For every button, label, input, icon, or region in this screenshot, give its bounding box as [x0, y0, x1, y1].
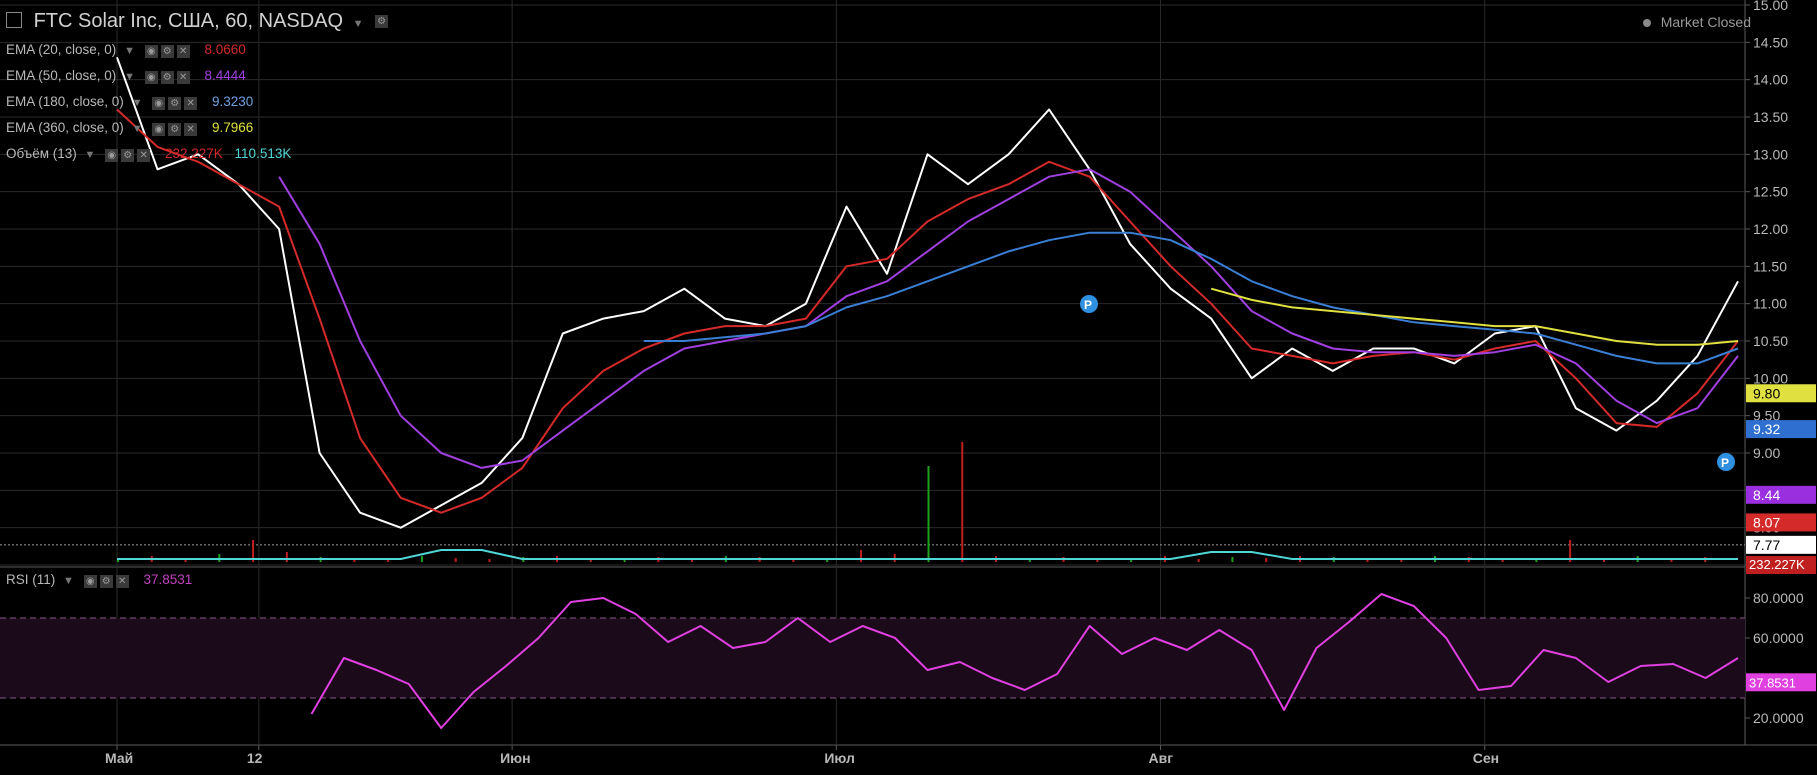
chart-root: 15.00 14.50 14.00 13.50 13.00 12.50 12.00 11.50… — [0, 0, 1817, 770]
y-tick-label: 11.50 — [1753, 258, 1787, 274]
x-tick-label: Июн — [500, 750, 530, 766]
y-tick-label: 10.50 — [1753, 333, 1788, 349]
legend-ema-50[interactable]: EMA (50, close, 0) ▼ ◉ ⚙ ✕ 8.4444 — [6, 68, 246, 84]
price-tag-label: 9.32 — [1753, 421, 1780, 437]
eye-icon[interactable]: ◉ — [144, 70, 158, 84]
chevron-down-icon[interactable]: ▼ — [132, 123, 143, 135]
marker-p-label: P — [1721, 456, 1729, 470]
chevron-down-icon[interactable]: ▼ — [85, 149, 96, 161]
legend-ema-180[interactable]: EMA (180, close, 0) ▼ ◉ ⚙ ✕ 9.3230 — [6, 94, 253, 110]
status-dot-icon — [1642, 19, 1651, 28]
legend-ema-20-value: 8.0660 — [204, 42, 246, 57]
volume-bar — [961, 442, 964, 562]
settings-icon[interactable]: ⚙ — [160, 44, 174, 58]
volume-bar — [1265, 558, 1268, 562]
legend-rsi-label: RSI (11) — [6, 572, 56, 587]
market-status-label: Market Closed — [1660, 14, 1751, 30]
marker-p-label: P — [1084, 298, 1092, 312]
volume-bar — [1231, 557, 1234, 562]
chevron-down-icon[interactable]: ▼ — [63, 575, 74, 587]
symbol-title-row: FTC Solar Inc, США, 60, NASDAQ ▼ ⚙ — [6, 10, 391, 33]
legend-volume-value: 232.227K — [164, 146, 223, 161]
settings-icon[interactable]: ⚙ — [375, 15, 389, 29]
y-tick-label: 9.00 — [1753, 445, 1780, 461]
y-tick-label: 14.00 — [1753, 72, 1788, 88]
close-icon[interactable]: ✕ — [176, 70, 190, 84]
price-tag-label: 8.07 — [1753, 514, 1780, 530]
y-tick-label: 12.00 — [1753, 221, 1788, 237]
legend-volume[interactable]: Объём (13) ▼ ◉ ⚙ ✕ 232.227K 110.513K — [6, 146, 291, 162]
y-tick-label: 11.00 — [1753, 296, 1787, 312]
y-tick-label: 12.50 — [1753, 184, 1788, 200]
settings-icon[interactable]: ⚙ — [168, 122, 182, 136]
eye-icon[interactable]: ◉ — [105, 148, 119, 162]
legend-ema-180-label: EMA (180, close, 0) — [6, 94, 124, 109]
x-tick-label: Авг — [1149, 750, 1174, 766]
volume-bar — [927, 466, 930, 562]
rsi-tag-label: 37.8531 — [1749, 675, 1796, 690]
legend-rsi-value: 37.8531 — [143, 572, 193, 587]
y-tick-label: 13.50 — [1753, 109, 1788, 125]
close-icon[interactable]: ✕ — [184, 122, 198, 136]
legend-rsi[interactable]: RSI (11) ▼ ◉ ⚙ ✕ 37.8531 — [6, 572, 192, 588]
series-line-0 — [116, 56, 1739, 529]
x-tick-label: Сен — [1473, 750, 1499, 766]
chevron-down-icon[interactable]: ▼ — [353, 18, 364, 30]
legend-ema-360[interactable]: EMA (360, close, 0) ▼ ◉ ⚙ ✕ 9.7966 — [6, 120, 253, 136]
legend-ema-20-label: EMA (20, close, 0) — [6, 42, 117, 57]
legend-ema-50-value: 8.4444 — [204, 68, 246, 83]
y-tick-label: 15.00 — [1753, 0, 1788, 13]
market-status: Market Closed — [1642, 14, 1751, 30]
settings-icon[interactable]: ⚙ — [160, 70, 174, 84]
x-tick-label: Июл — [824, 750, 855, 766]
rsi-tick-label: 60.0000 — [1753, 630, 1804, 646]
eye-icon[interactable]: ◉ — [144, 44, 158, 58]
legend-ema-360-value: 9.7966 — [212, 120, 254, 135]
volume-tag-label: 232.227K — [1749, 557, 1805, 572]
volume-bar — [454, 558, 457, 562]
legend-volume-ma-value: 110.513K — [234, 146, 292, 161]
x-tick-label: Май — [105, 750, 133, 766]
price-tag-label: 9.80 — [1753, 385, 1780, 401]
chevron-down-icon[interactable]: ▼ — [132, 97, 143, 109]
collapse-icon[interactable] — [6, 11, 22, 28]
settings-icon[interactable]: ⚙ — [99, 574, 113, 588]
series-line-4 — [1210, 287, 1739, 346]
volume-bar — [488, 559, 491, 562]
settings-icon[interactable]: ⚙ — [121, 148, 135, 162]
legend-ema-20[interactable]: EMA (20, close, 0) ▼ ◉ ⚙ ✕ 8.0660 — [6, 42, 246, 58]
close-icon[interactable]: ✕ — [184, 96, 198, 110]
volume-bar — [859, 550, 862, 562]
legend-ema-50-label: EMA (50, close, 0) — [6, 68, 117, 83]
symbol-title: FTC Solar Inc, США, 60, NASDAQ — [33, 10, 344, 32]
chevron-down-icon[interactable]: ▼ — [124, 71, 135, 83]
close-icon[interactable]: ✕ — [176, 44, 190, 58]
y-tick-label: 13.00 — [1753, 146, 1788, 162]
y-tick-label: 14.50 — [1753, 34, 1788, 50]
volume-bar — [420, 556, 423, 562]
series-line-2 — [278, 168, 1739, 469]
series-line-1 — [116, 108, 1739, 514]
price-tag-label: 8.44 — [1753, 487, 1780, 503]
close-icon[interactable]: ✕ — [137, 148, 151, 162]
x-tick-label: 12 — [247, 750, 263, 766]
eye-icon[interactable]: ◉ — [152, 122, 166, 136]
volume-bar — [1197, 559, 1200, 562]
close-icon[interactable]: ✕ — [115, 574, 129, 588]
legend-ema-360-label: EMA (360, close, 0) — [6, 120, 124, 135]
legend-ema-180-value: 9.3230 — [212, 94, 254, 109]
chevron-down-icon[interactable]: ▼ — [124, 45, 135, 57]
y-tick-label: 10.00 — [1753, 370, 1788, 386]
chart-canvas[interactable]: 15.00 14.50 14.00 13.50 13.00 12.50 12.00 11.50… — [0, 0, 1817, 770]
volume-bar — [285, 552, 288, 562]
settings-icon[interactable]: ⚙ — [168, 96, 182, 110]
legend-volume-label: Объём (13) — [6, 146, 77, 161]
price-tag-label: 7.77 — [1753, 537, 1780, 553]
rsi-tick-label: 80.0000 — [1753, 590, 1804, 606]
rsi-tick-label: 20.0000 — [1753, 710, 1804, 726]
eye-icon[interactable]: ◉ — [152, 96, 166, 110]
eye-icon[interactable]: ◉ — [83, 574, 97, 588]
